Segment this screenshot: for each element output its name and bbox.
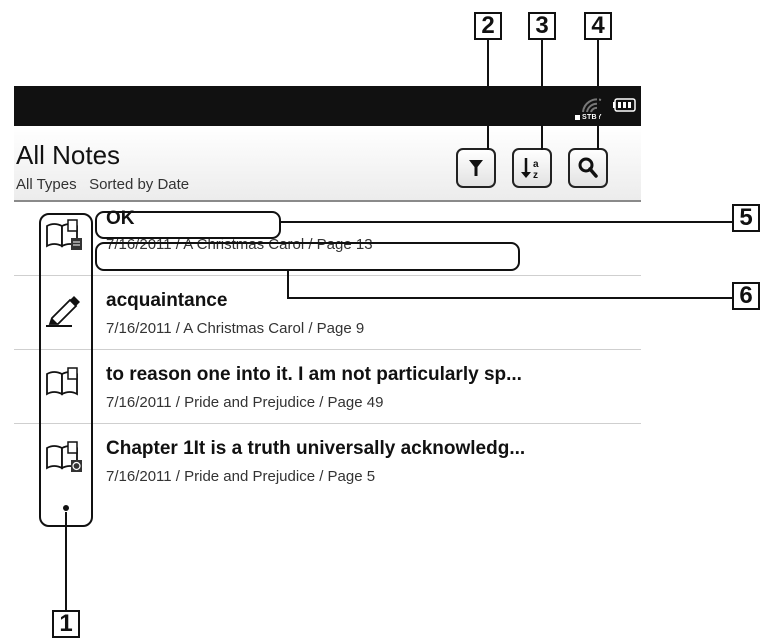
note-title: to reason one into it. I am not particul… [106, 364, 522, 385]
callout-1: 1 [52, 610, 80, 638]
handwriting-icon [46, 296, 80, 327]
bookmark-note-icon [46, 219, 82, 250]
filter-icon [469, 160, 483, 176]
list-item[interactable]: acquaintance 7/16/2011 / A Christmas Car… [14, 276, 641, 350]
callout-3: 3 [528, 12, 556, 40]
notes-header: All Notes All Types Sorted by Date a z [14, 126, 641, 202]
note-meta: 7/16/2011 / A Christmas Carol / Page 13 [106, 236, 373, 253]
note-meta: 7/16/2011 / A Christmas Carol / Page 9 [106, 320, 365, 337]
bookmark-highlight-icon [46, 441, 82, 472]
list-item[interactable]: Chapter 1It is a truth universally ackno… [14, 424, 641, 497]
callout-4: 4 [584, 12, 612, 40]
callout-5: 5 [732, 204, 760, 232]
search-button[interactable] [568, 148, 608, 188]
wireless-signal-icon [582, 98, 602, 113]
note-title: Chapter 1It is a truth universally ackno… [106, 438, 526, 459]
filter-sort-summary: All Types Sorted by Date [16, 176, 190, 193]
callout-2: 2 [474, 12, 502, 40]
note-title: OK [106, 208, 135, 229]
note-meta: 7/16/2011 / Pride and Prejudice / Page 4… [106, 394, 384, 411]
note-meta: 7/16/2011 / Pride and Prejudice / Page 5 [106, 468, 376, 485]
svg-text:a: a [533, 159, 539, 170]
list-item[interactable]: to reason one into it. I am not particul… [14, 350, 641, 424]
note-title: acquaintance [106, 290, 228, 311]
reader-screen: STBY All Notes All Types Sorted by Date … [14, 86, 641, 523]
sort-az-icon: a z [521, 158, 539, 181]
search-icon [578, 157, 598, 178]
page-title: All Notes [16, 140, 121, 170]
svg-text:z: z [533, 170, 538, 181]
list-item[interactable]: OK 7/16/2011 / A Christmas Carol / Page … [14, 202, 641, 276]
filter-button[interactable] [456, 148, 496, 188]
standby-label: STBY [582, 114, 602, 121]
notes-list: OK 7/16/2011 / A Christmas Carol / Page … [14, 202, 641, 497]
standby-indicator: STBY [575, 114, 602, 121]
battery-icon [613, 98, 636, 112]
status-bar: STBY [14, 86, 641, 126]
sort-button[interactable]: a z [512, 148, 552, 188]
bookmark-icon [46, 367, 78, 396]
callout-6: 6 [732, 282, 760, 310]
